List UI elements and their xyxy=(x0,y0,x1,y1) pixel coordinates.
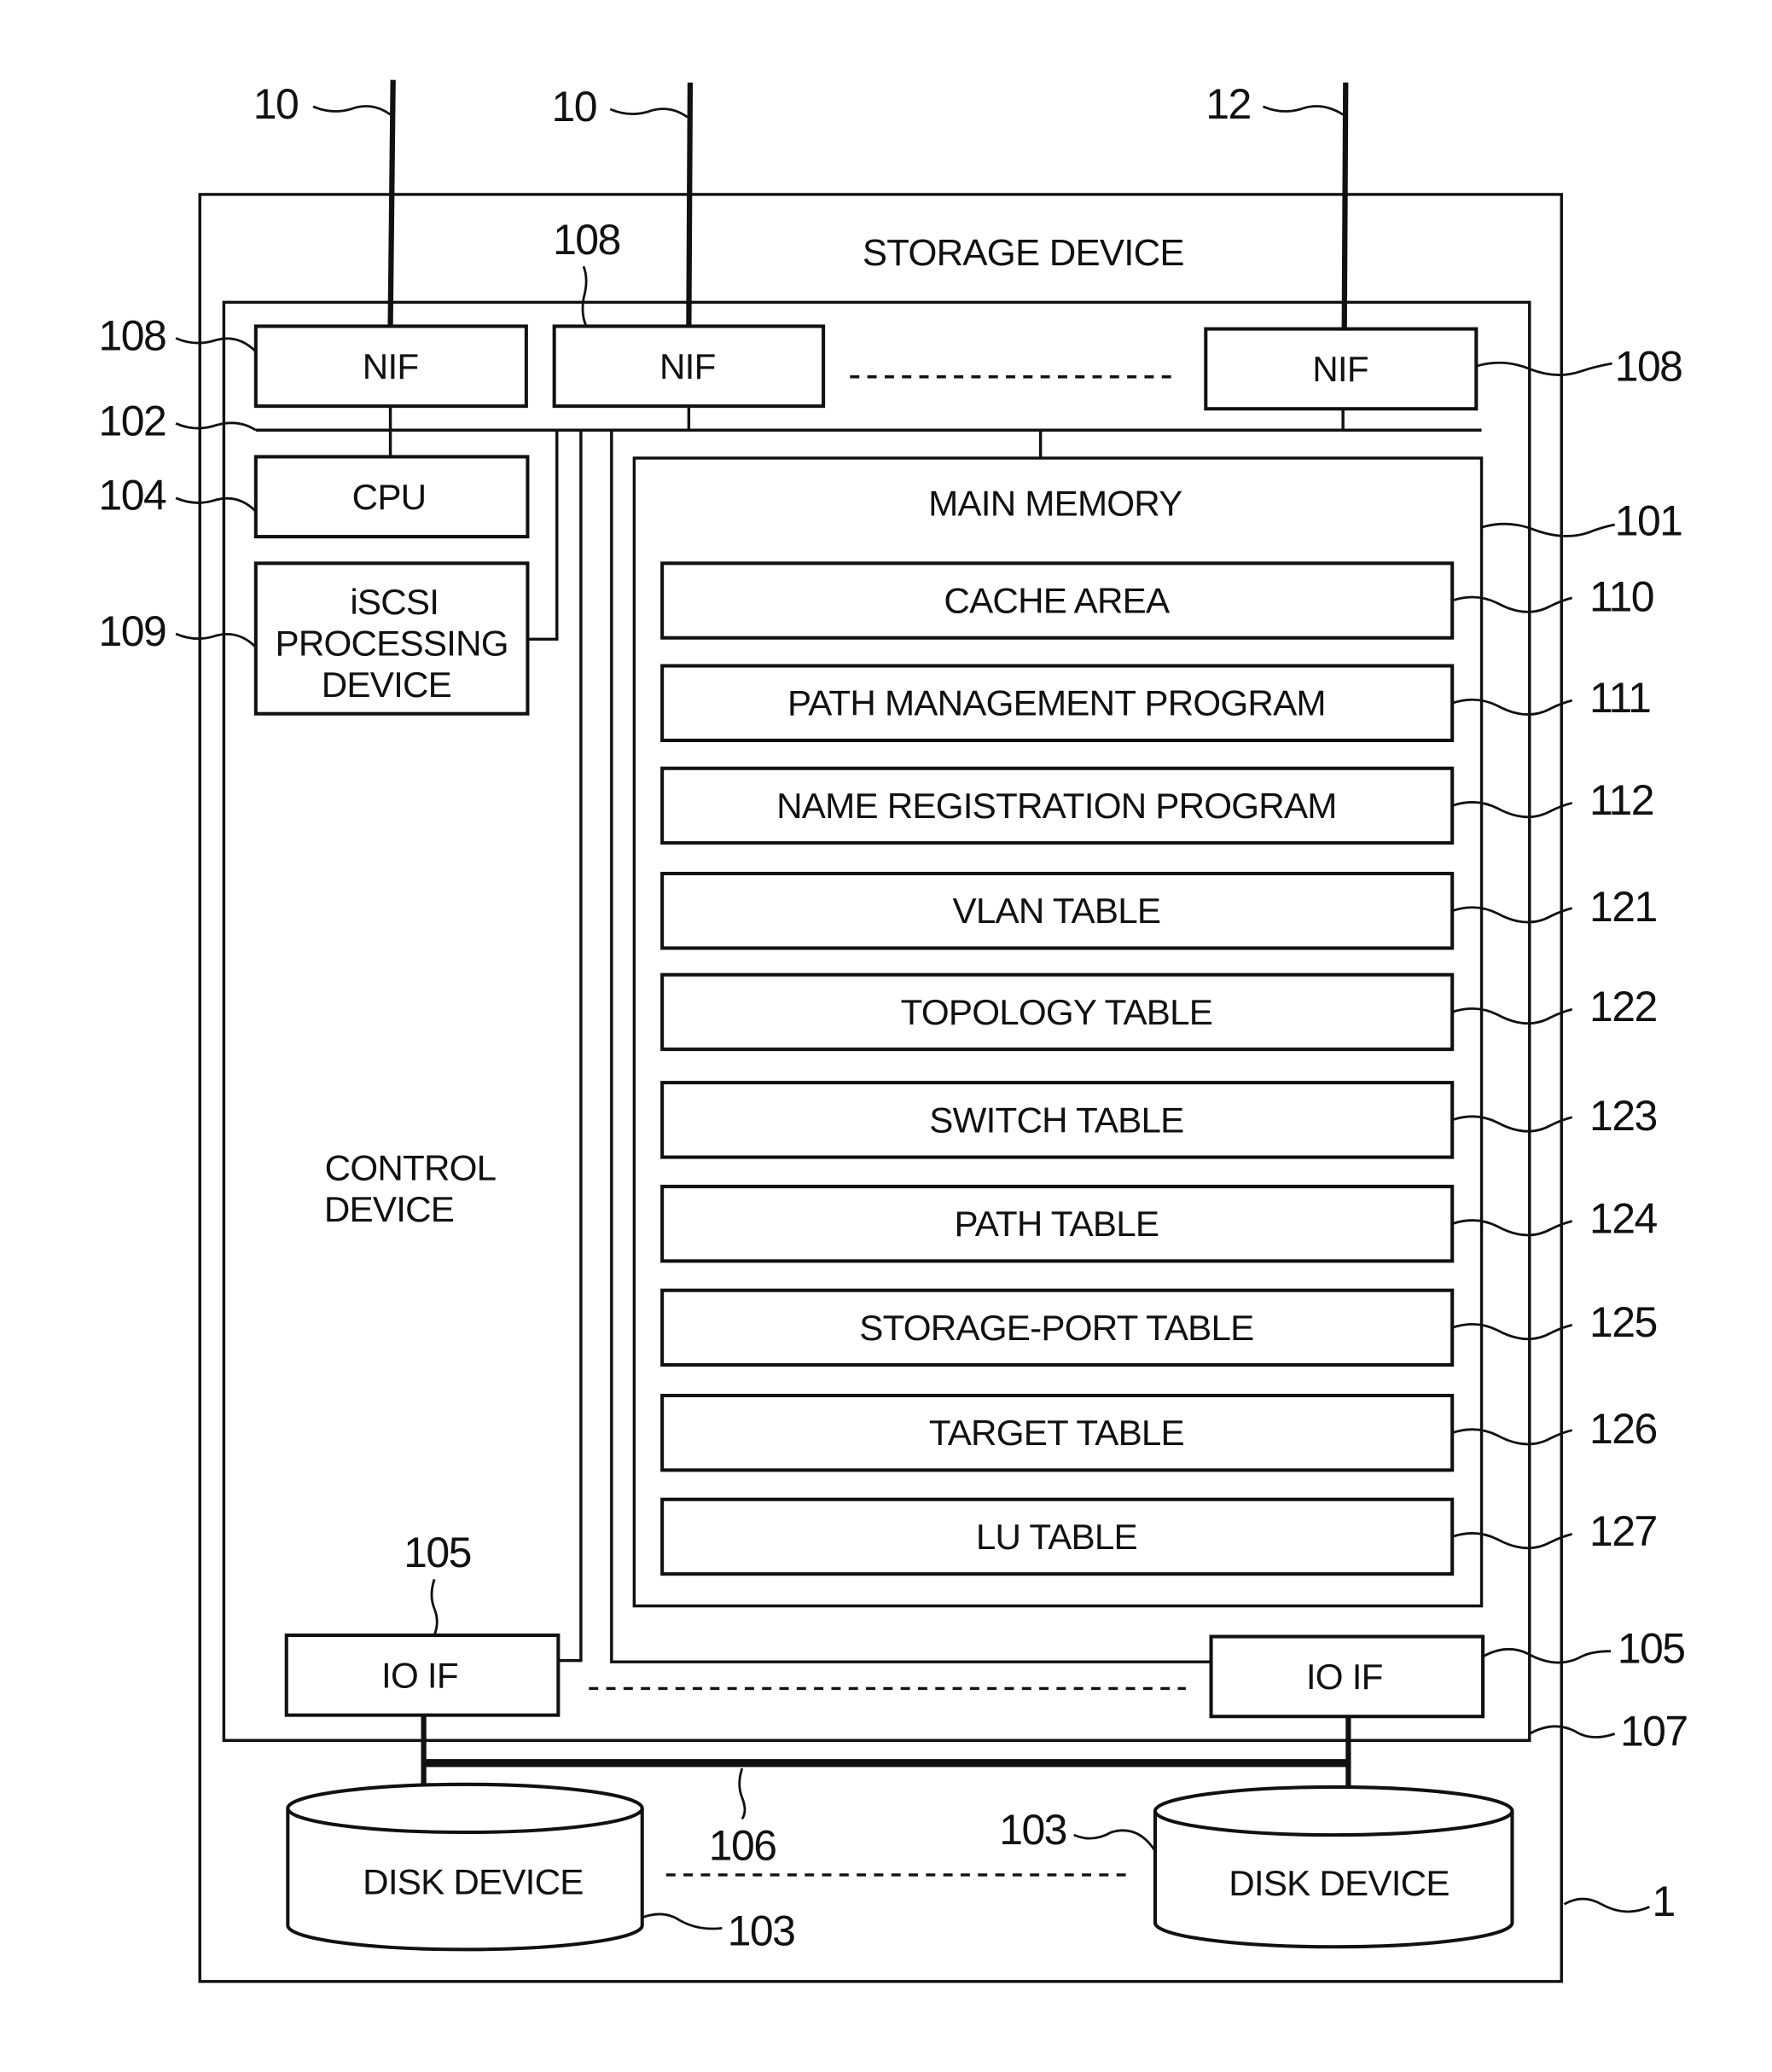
memory-item-label-lu-table: LU TABLE xyxy=(976,1517,1137,1557)
network-leader-2 xyxy=(609,107,688,119)
network-ref-1: 10 xyxy=(253,80,298,128)
disk-device-2: DISK DEVICE xyxy=(1153,1785,1514,1949)
memory-item-leader-name-registration-program xyxy=(1451,801,1573,819)
disk-device-1: DISK DEVICE xyxy=(286,1782,644,1952)
nif-ref-1: 108 xyxy=(99,311,166,359)
network-ref-3: 12 xyxy=(1206,80,1250,128)
internal-bus-ref: 102 xyxy=(99,397,166,444)
memory-item-label-storage-port-table: STORAGE-PORT TABLE xyxy=(859,1308,1253,1348)
memory-item-ref-target-table: 126 xyxy=(1589,1405,1657,1453)
io-if-ref-1: 105 xyxy=(404,1529,471,1576)
storage-device-leader xyxy=(1563,1897,1650,1913)
disk-device-leader-2 xyxy=(1073,1829,1157,1852)
memory-item-ref-cache-area: 110 xyxy=(1589,572,1653,620)
network-leader-3 xyxy=(1262,105,1344,116)
disk-device-label-2: DISK DEVICE xyxy=(1229,1863,1449,1903)
control-device-ref: 107 xyxy=(1620,1707,1688,1755)
io-if-ref-2: 105 xyxy=(1618,1625,1685,1673)
control-device-leader xyxy=(1529,1725,1616,1738)
memory-item-ref-topology-table: 122 xyxy=(1589,983,1657,1030)
nif-leader-1 xyxy=(175,337,257,353)
memory-item-leader-switch-table xyxy=(1451,1115,1573,1133)
io-if-left-bus-line xyxy=(559,430,583,1663)
memory-item-label-path-management-program: PATH MANAGEMENT PROGRAM xyxy=(787,683,1326,723)
memory-item-label-switch-table: SWITCH TABLE xyxy=(929,1100,1183,1140)
memory-item-label-vlan-table: VLAN TABLE xyxy=(953,891,1161,931)
iscsi-bus-line xyxy=(528,430,559,641)
internal-bus-leader xyxy=(175,421,257,432)
memory-item-label-target-table: TARGET TABLE xyxy=(929,1413,1184,1453)
iscsi-label-line3: DEVICE xyxy=(322,665,451,705)
memory-item-ref-name-registration-program: 112 xyxy=(1589,776,1653,824)
memory-item-ref-switch-table: 123 xyxy=(1589,1092,1657,1140)
nif-ref-2: 108 xyxy=(553,216,620,264)
nif-label-1: NIF xyxy=(363,346,419,386)
disk-device-ref-1: 103 xyxy=(728,1907,795,1955)
iscsi-leader xyxy=(175,632,257,648)
memory-items: CACHE AREA 110 PATH MANAGEMENT PROGRAM 1… xyxy=(660,561,1659,1576)
memory-item-ref-vlan-table: 121 xyxy=(1589,883,1657,931)
nif-leader-2 xyxy=(581,265,588,328)
memory-item-leader-target-table xyxy=(1451,1428,1573,1446)
memory-item-ref-path-table: 124 xyxy=(1589,1194,1657,1242)
nif-ref-3: 108 xyxy=(1615,342,1682,390)
memory-item-leader-vlan-table xyxy=(1451,906,1573,924)
network-line-1 xyxy=(387,79,396,327)
disk-device-2-top xyxy=(1153,1785,1514,1837)
disk-device-1-top xyxy=(286,1782,644,1835)
network-leader-1 xyxy=(312,105,392,116)
disk-device-label-1: DISK DEVICE xyxy=(363,1861,583,1901)
disk-device-ref-2: 103 xyxy=(999,1806,1066,1854)
storage-device-title: STORAGE DEVICE xyxy=(863,232,1184,274)
control-device-label-line1: CONTROL xyxy=(325,1148,497,1188)
network-line-2 xyxy=(686,82,694,327)
memory-item-leader-path-management-program xyxy=(1451,698,1573,716)
main-memory-label: MAIN MEMORY xyxy=(928,484,1182,524)
disk-bus-ref: 106 xyxy=(709,1822,776,1870)
memory-item-label-name-registration-program: NAME REGISTRATION PROGRAM xyxy=(776,786,1336,826)
main-memory-leader xyxy=(1481,522,1616,537)
io-if-leader-2 xyxy=(1482,1647,1612,1664)
cpu-leader xyxy=(175,496,257,513)
memory-item-leader-storage-port-table xyxy=(1451,1323,1573,1341)
network-ref-2: 10 xyxy=(552,83,596,131)
memory-item-ref-storage-port-table: 125 xyxy=(1589,1298,1657,1346)
nif-leader-3 xyxy=(1475,361,1612,376)
cpu-label: CPU xyxy=(352,477,427,517)
cpu-ref: 104 xyxy=(99,472,166,519)
memory-item-label-cache-area: CACHE AREA xyxy=(944,581,1171,621)
main-memory-ref: 101 xyxy=(1615,496,1682,544)
io-if-leader-1 xyxy=(430,1578,439,1636)
io-if-label-2: IO IF xyxy=(1306,1657,1383,1697)
memory-item-label-path-table: PATH TABLE xyxy=(955,1204,1159,1244)
iscsi-ref: 109 xyxy=(99,607,166,655)
memory-item-leader-topology-table xyxy=(1451,1007,1573,1025)
disk-device-leader-1 xyxy=(642,1912,723,1930)
memory-item-ref-lu-table: 127 xyxy=(1589,1507,1657,1555)
storage-device-diagram: STORAGE DEVICE CONTROL DEVICE 10 10 12 N… xyxy=(99,79,1688,1983)
iscsi-label-line1: iSCSI xyxy=(350,582,439,622)
storage-device-ref: 1 xyxy=(1652,1878,1674,1925)
nif-label-3: NIF xyxy=(1312,349,1368,389)
nif-label-2: NIF xyxy=(659,346,716,386)
memory-item-label-topology-table: TOPOLOGY TABLE xyxy=(901,992,1212,1032)
disk-bus-leader xyxy=(738,1767,747,1820)
control-device-label-line2: DEVICE xyxy=(324,1189,454,1229)
memory-item-leader-cache-area xyxy=(1451,595,1573,613)
network-line-3 xyxy=(1341,82,1349,329)
iscsi-label-line2: PROCESSING xyxy=(276,623,508,663)
io-if-label-1: IO IF xyxy=(381,1655,458,1695)
memory-item-leader-lu-table xyxy=(1451,1532,1573,1550)
memory-item-ref-path-management-program: 111 xyxy=(1589,674,1650,722)
memory-item-leader-path-table xyxy=(1451,1219,1573,1237)
